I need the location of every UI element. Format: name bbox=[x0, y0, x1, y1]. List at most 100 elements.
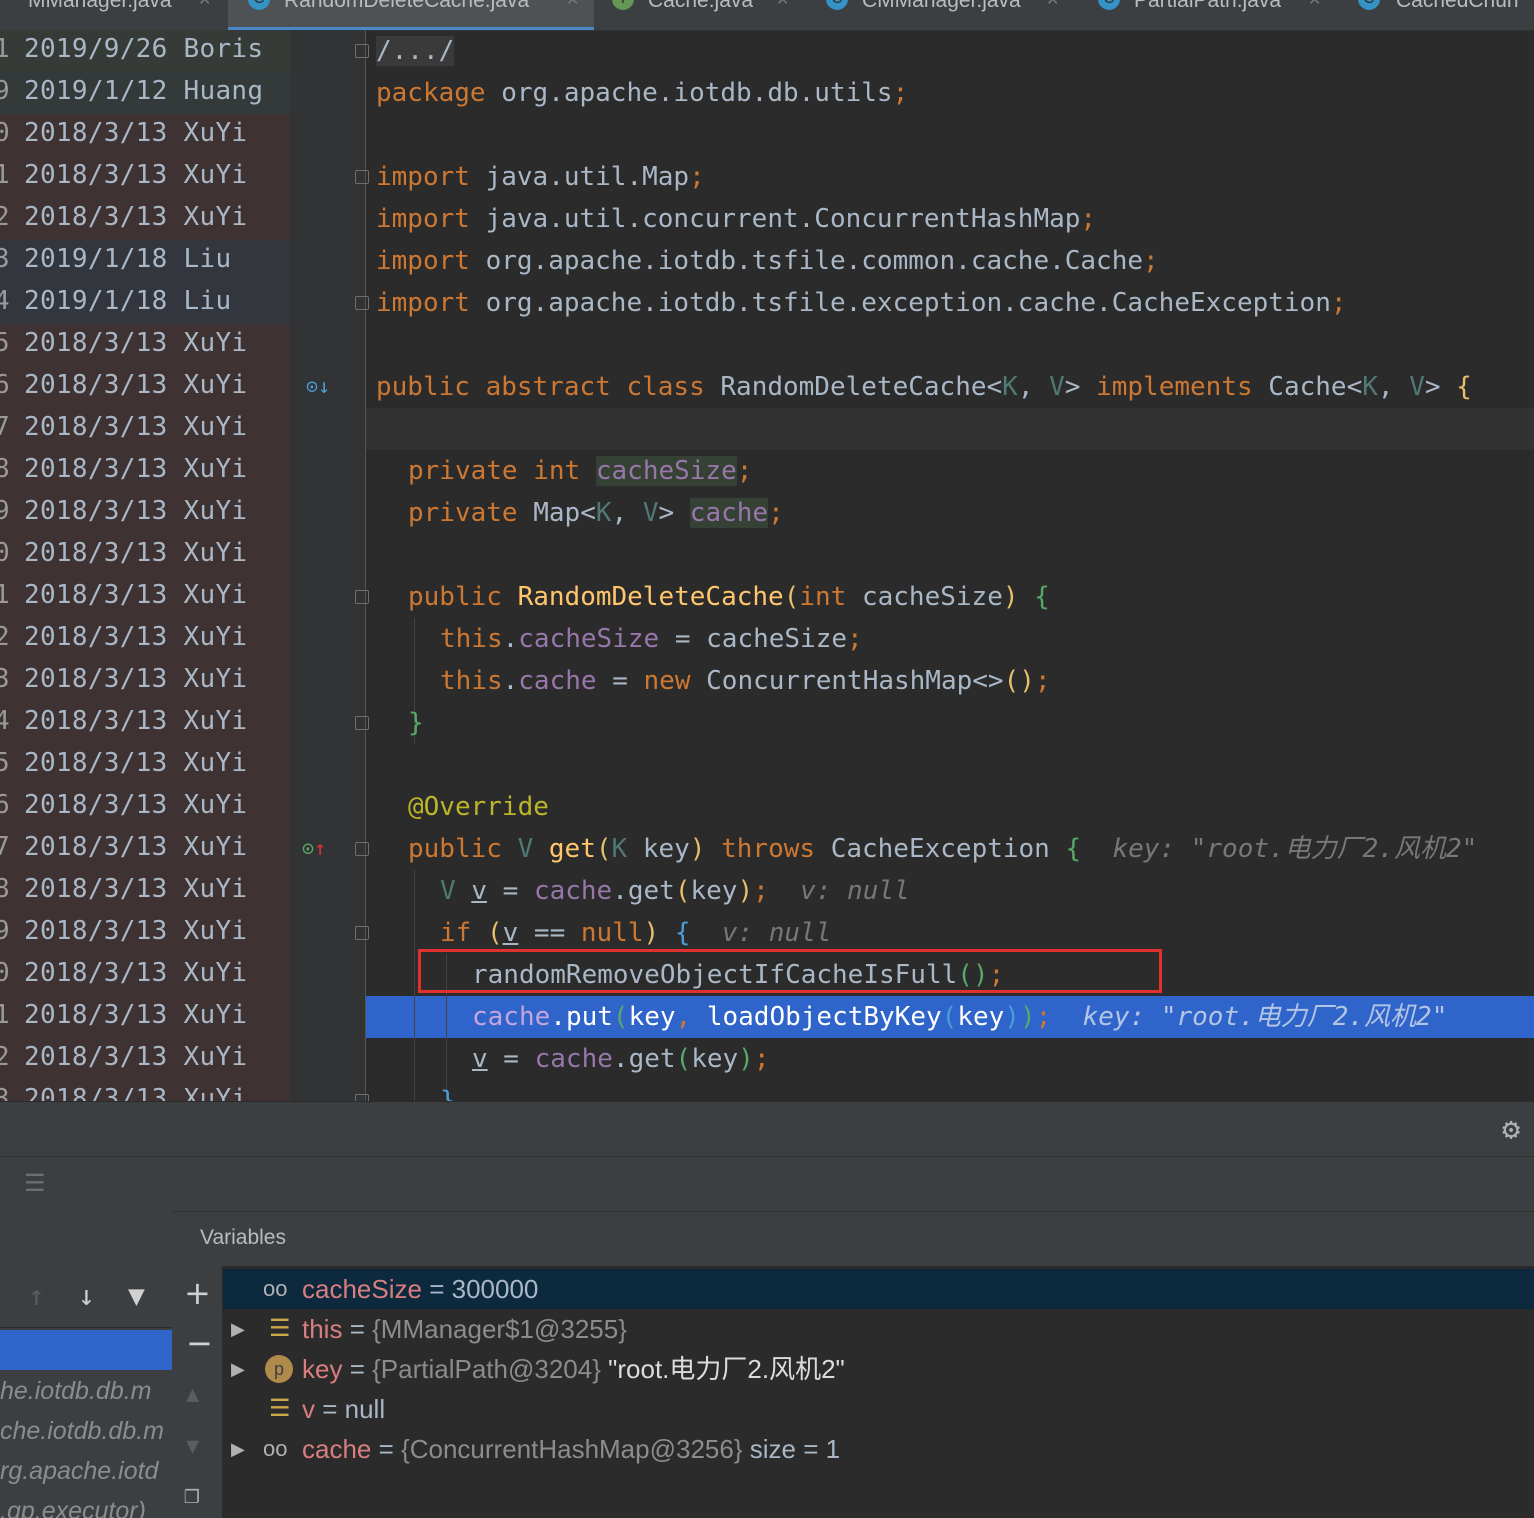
annotation-row[interactable]: 1 2018/3/13 XuYi bbox=[0, 156, 290, 198]
tab-cache[interactable]: I Cache.java ✕ bbox=[594, 0, 810, 30]
code-line-21: V v = cache.get(key); v: null bbox=[440, 876, 910, 906]
code-editor[interactable]: 1 2019/9/26 Boris 9 2019/1/12 Huang 0 2018/3/… bbox=[0, 30, 1534, 1101]
debug-subtoolbar: ☰ bbox=[0, 1156, 1534, 1211]
annotation-row[interactable]: 3 2018/3/13 XuYi bbox=[0, 660, 290, 702]
frames-panel: ↑ ↓ ▼ he.iotdb.db.m che.iotdb.db.m rg.ap… bbox=[0, 1211, 173, 1518]
annotation-row[interactable]: 5 2018/3/13 XuYi bbox=[0, 744, 290, 786]
frame-item[interactable]: rg.apache.iotd bbox=[0, 1451, 172, 1491]
close-icon[interactable]: ✕ bbox=[566, 0, 579, 9]
annotation-text: 2018/3/13 XuYi bbox=[24, 454, 248, 484]
annotation-row[interactable]: 9 2018/3/13 XuYi bbox=[0, 492, 290, 534]
annotation-row[interactable]: 2 2018/3/13 XuYi bbox=[0, 1038, 290, 1080]
line-number: 6 bbox=[0, 370, 10, 400]
minus-icon[interactable]: − bbox=[186, 1324, 213, 1362]
variable-row[interactable]: ▶ p key = {PartialPath@3204} "root.电力厂2.… bbox=[223, 1349, 1534, 1389]
close-icon[interactable]: ✕ bbox=[198, 0, 211, 9]
code-line-17: } bbox=[408, 708, 424, 738]
annotation-row[interactable]: 3 2019/1/18 Liu bbox=[0, 240, 290, 282]
folded-header[interactable]: /.../ bbox=[376, 36, 455, 66]
add-icon[interactable]: + bbox=[184, 1274, 211, 1312]
line-number: 2 bbox=[0, 622, 10, 652]
arrow-up-icon[interactable]: ↑ bbox=[28, 1279, 45, 1312]
annotation-text: 2018/3/13 XuYi bbox=[24, 958, 248, 988]
annotation-row[interactable]: 2 2018/3/13 XuYi bbox=[0, 618, 290, 660]
current-line-highlight bbox=[366, 408, 1534, 450]
debug-toolbar: ⚙ bbox=[0, 1101, 1534, 1156]
variables-title: Variables bbox=[200, 1226, 286, 1249]
expand-arrow-icon[interactable]: ▶ bbox=[231, 1349, 245, 1389]
annotation-row[interactable]: 0 2018/3/13 XuYi bbox=[0, 954, 290, 996]
annotation-text: 2018/3/13 XuYi bbox=[24, 160, 248, 190]
class-icon: C bbox=[1358, 0, 1380, 10]
close-icon[interactable]: ✕ bbox=[1308, 0, 1321, 9]
annotation-row[interactable]: 4 2018/3/13 XuYi bbox=[0, 702, 290, 744]
move-down-icon[interactable]: ▼ bbox=[186, 1434, 199, 1459]
annotation-row[interactable]: 6 2018/3/13 XuYi bbox=[0, 366, 290, 408]
annotation-row[interactable]: 1 2018/3/13 XuYi bbox=[0, 576, 290, 618]
move-up-icon[interactable]: ▲ bbox=[186, 1382, 199, 1407]
annotation-row[interactable]: 9 2018/3/13 XuYi bbox=[0, 912, 290, 954]
close-icon[interactable]: ✕ bbox=[776, 0, 789, 9]
annotation-row[interactable]: 7 2018/3/13 XuYi bbox=[0, 408, 290, 450]
frame-item[interactable]: che.iotdb.db.m bbox=[0, 1411, 172, 1451]
line-number: 2 bbox=[0, 1042, 10, 1072]
code-line-1: /.../ bbox=[376, 30, 455, 72]
annotation-row[interactable]: 6 2018/3/13 XuYi bbox=[0, 786, 290, 828]
close-icon[interactable]: ✕ bbox=[1046, 0, 1059, 9]
annotation-text: 2018/3/13 XuYi bbox=[24, 328, 248, 358]
annotation-row[interactable]: 1 2018/3/13 XuYi bbox=[0, 996, 290, 1038]
code-line-16: this.cache = new ConcurrentHashMap<>(); bbox=[440, 666, 1051, 696]
interface-name: Cache bbox=[1268, 372, 1347, 402]
inline-debug-value: key: "root.电力厂2.风机2" bbox=[1082, 1002, 1448, 1032]
layout-icon[interactable]: ☰ bbox=[24, 1169, 46, 1197]
annotation-text: 2018/3/13 XuYi bbox=[24, 832, 248, 862]
annotation-row[interactable]: 5 2018/3/13 XuYi bbox=[0, 324, 290, 366]
expand-arrow-icon[interactable]: ▶ bbox=[231, 1429, 245, 1469]
tab-randomdeletecache[interactable]: C RandomDeleteCache.java ✕ bbox=[228, 0, 594, 30]
annotation-text: 2018/3/13 XuYi bbox=[24, 790, 248, 820]
tab-cachedchunk[interactable]: C CachedChun bbox=[1354, 0, 1534, 30]
annotation-row[interactable]: 8 2018/3/13 XuYi bbox=[0, 450, 290, 492]
annotation-row[interactable]: 4 2019/1/18 Liu bbox=[0, 282, 290, 324]
inline-debug-value: v: null bbox=[800, 876, 910, 906]
arrow-down-icon[interactable]: ↓ bbox=[78, 1279, 95, 1312]
tab-partialpath[interactable]: C PartialPath.java ✕ bbox=[1082, 0, 1354, 30]
implements-method-icon[interactable]: ⊙↑ bbox=[302, 836, 326, 860]
annotation-row[interactable]: 1 2019/9/26 Boris bbox=[0, 30, 290, 72]
line-number: 2 bbox=[0, 202, 10, 232]
implemented-override-icon[interactable]: ⊙↓ bbox=[306, 374, 330, 398]
annotation-text: 2018/3/13 XuYi bbox=[24, 370, 248, 400]
gear-icon[interactable]: ⚙ bbox=[1502, 1112, 1520, 1147]
tab-mmanager[interactable]: MManager.java ✕ bbox=[0, 0, 228, 30]
variables-tree: oo cacheSize = 300000 ▶ ☰ this = {MManag… bbox=[223, 1266, 1534, 1518]
annotation-row[interactable]: 8 2018/3/13 XuYi bbox=[0, 870, 290, 912]
frame-item[interactable]: .gp.executor) bbox=[0, 1491, 172, 1518]
class-icon: C bbox=[1098, 0, 1120, 10]
frame-selected[interactable] bbox=[0, 1330, 172, 1370]
annotation-row[interactable]: 3 2018/3/13 XuYi bbox=[0, 1080, 290, 1101]
field-icon: ☰ bbox=[269, 1315, 291, 1342]
code-line-2: package org.apache.iotdb.db.utils; bbox=[376, 78, 909, 108]
annotation-row[interactable]: 0 2018/3/13 XuYi bbox=[0, 114, 290, 156]
annotation-text: 2018/3/13 XuYi bbox=[24, 1000, 248, 1030]
variable-row[interactable]: ▶ oo cache = {ConcurrentHashMap@3256} si… bbox=[223, 1429, 1534, 1469]
expand-arrow-icon[interactable]: ▶ bbox=[231, 1309, 245, 1349]
code-line-7: import org.apache.iotdb.tsfile.exception… bbox=[376, 288, 1347, 318]
variable-row[interactable]: ☰ v = null bbox=[223, 1389, 1534, 1429]
line-number: 8 bbox=[0, 874, 10, 904]
annotation-text: 2018/3/13 XuYi bbox=[24, 1084, 248, 1101]
code-area[interactable]: /.../ package org.apache.iotdb.db.utils;… bbox=[366, 30, 1534, 1101]
annotation-row[interactable]: 2 2018/3/13 XuYi bbox=[0, 198, 290, 240]
variable-row[interactable]: oo cacheSize = 300000 bbox=[223, 1269, 1534, 1309]
annotation-row[interactable]: 0 2018/3/13 XuYi bbox=[0, 534, 290, 576]
annotation-row[interactable]: 9 2019/1/12 Huang bbox=[0, 72, 290, 114]
line-number: 3 bbox=[0, 244, 10, 274]
tab-cmmanager[interactable]: C CMManager.java ✕ bbox=[810, 0, 1082, 30]
filter-icon[interactable]: ▼ bbox=[128, 1279, 145, 1312]
import-path: java.util.Map bbox=[485, 162, 690, 192]
annotation-row[interactable]: 7 2018/3/13 XuYi bbox=[0, 828, 290, 870]
copy-icon[interactable]: ❐ bbox=[184, 1480, 200, 1510]
variable-row[interactable]: ▶ ☰ this = {MManager$1@3255} bbox=[223, 1309, 1534, 1349]
frame-item[interactable]: he.iotdb.db.m bbox=[0, 1371, 172, 1411]
code-line-15: this.cacheSize = cacheSize; bbox=[440, 624, 863, 654]
